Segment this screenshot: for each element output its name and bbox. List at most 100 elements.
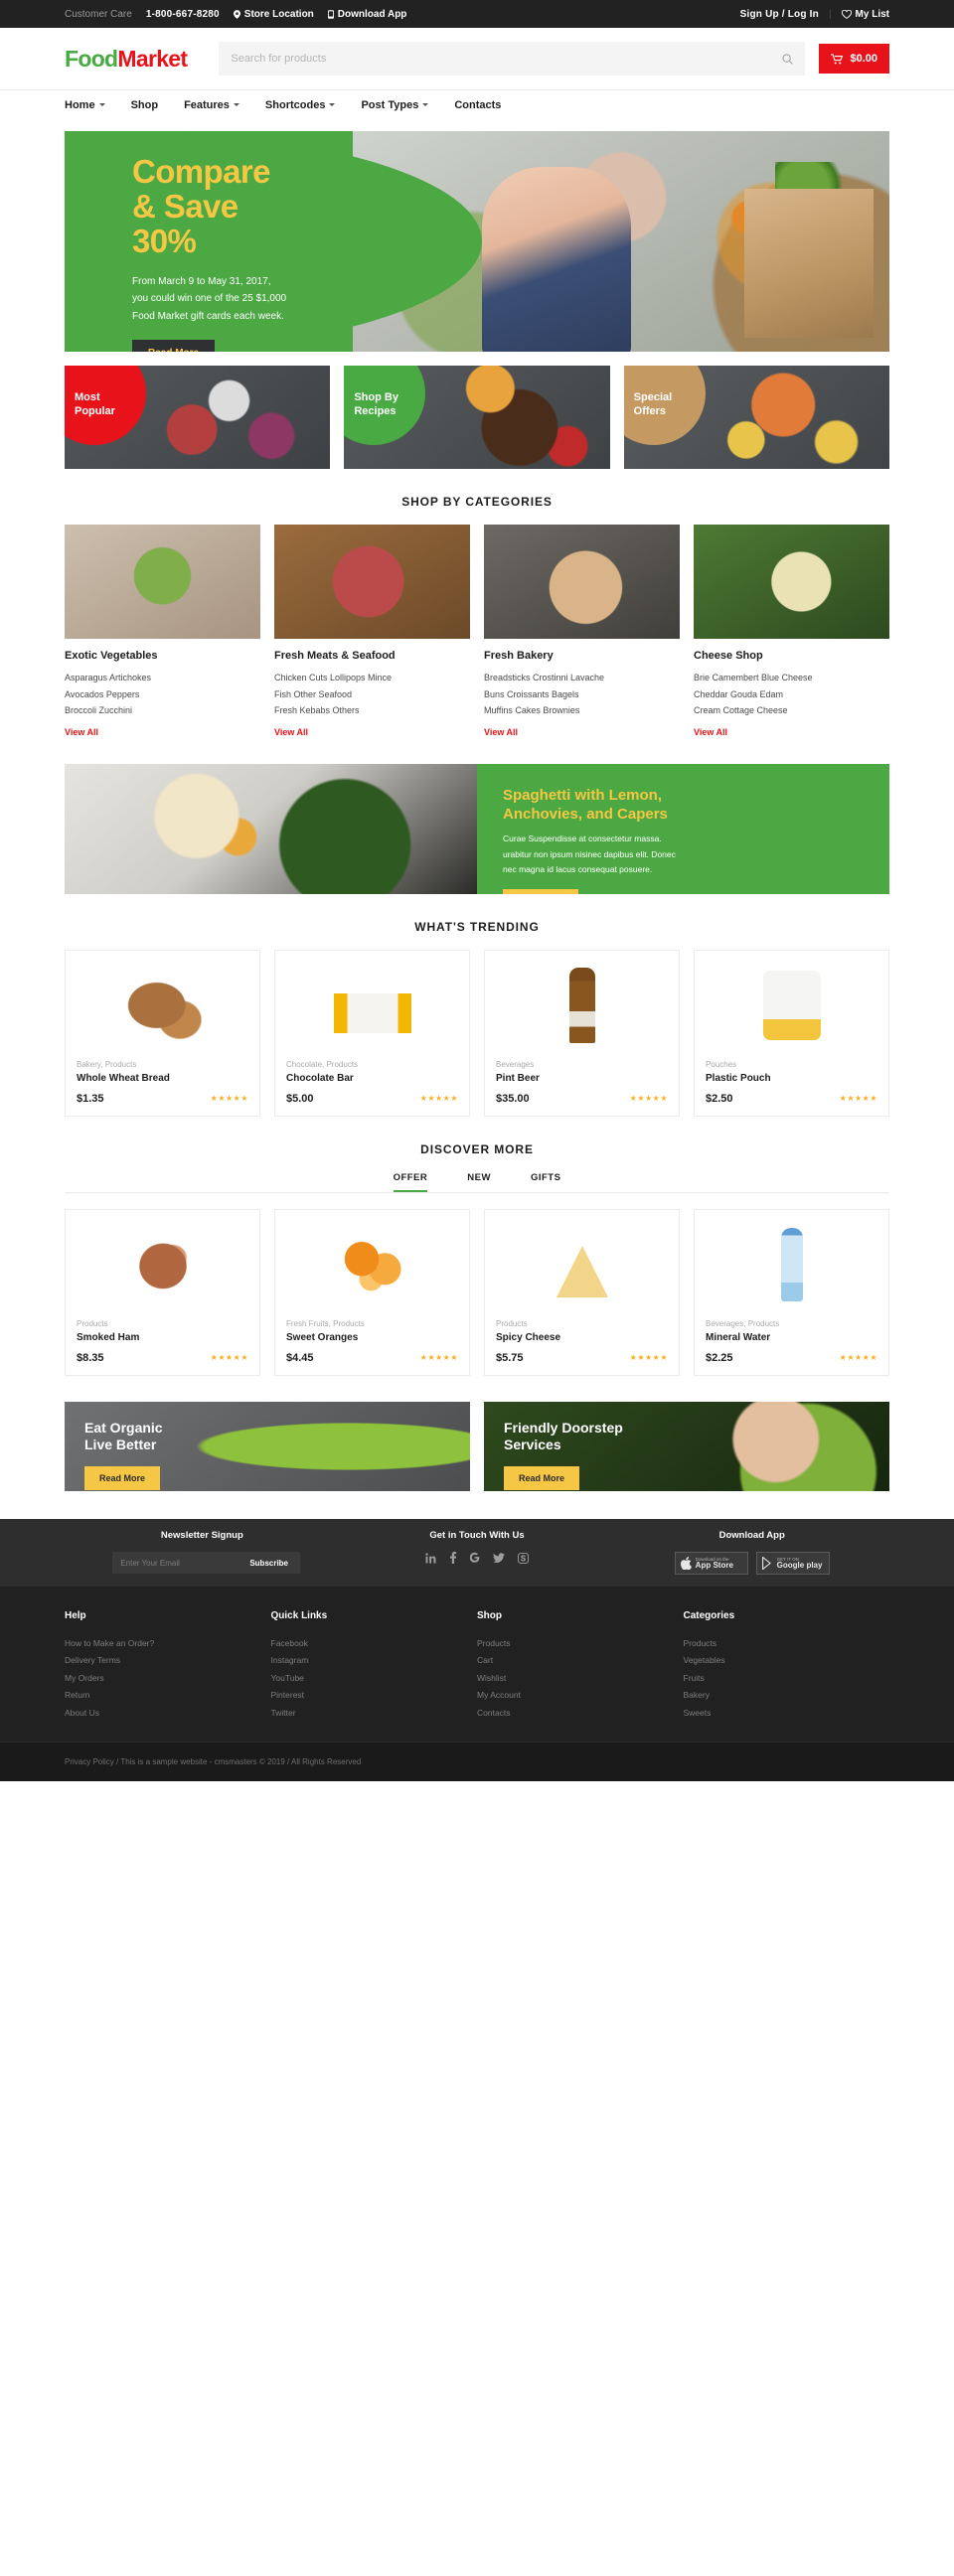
- promo-card-label-line-2: Recipes: [354, 405, 397, 417]
- nav-item-shop[interactable]: Shop: [131, 99, 159, 111]
- tab-new[interactable]: NEW: [467, 1172, 491, 1192]
- footer-link[interactable]: Return: [65, 1687, 271, 1704]
- nav-item-post-types[interactable]: Post Types: [361, 99, 429, 111]
- footer-link[interactable]: Products: [477, 1635, 684, 1652]
- category-link[interactable]: Fresh Kebabs Others: [274, 702, 470, 719]
- category-link[interactable]: Buns Croissants Bagels: [484, 686, 680, 703]
- google-plus-icon[interactable]: [470, 1552, 480, 1564]
- customer-care-phone[interactable]: 1-800-667-8280: [146, 9, 220, 20]
- footer-link[interactable]: My Account: [477, 1687, 684, 1704]
- newsletter-email-input[interactable]: [112, 1552, 238, 1575]
- topbar-divider: |: [828, 8, 832, 20]
- promo-card[interactable]: Special Offers: [623, 366, 889, 469]
- nav-item-contacts[interactable]: Contacts: [454, 99, 501, 111]
- nav-item-shortcodes[interactable]: Shortcodes: [265, 99, 336, 111]
- store-location-link[interactable]: Store Location: [233, 9, 314, 20]
- footer-link[interactable]: Wishlist: [477, 1670, 684, 1687]
- footer-link[interactable]: Facebook: [271, 1635, 478, 1652]
- bottom-banner-title: Friendly Doorstep Services: [504, 1420, 889, 1454]
- hero-read-more-button[interactable]: Read More: [132, 340, 216, 352]
- skype-icon[interactable]: [518, 1552, 529, 1564]
- discover-product-grid: Products Smoked Ham $8.35 ★★★★★ Fresh Fruits…: [65, 1208, 889, 1376]
- my-list-link[interactable]: My List: [841, 9, 889, 20]
- product-card[interactable]: Beverages Pint Beer $35.00 ★★★★★: [484, 949, 680, 1117]
- footer-column-title: Categories: [683, 1609, 735, 1621]
- category-link[interactable]: Cream Cottage Cheese: [694, 702, 889, 719]
- tab-offer[interactable]: OFFER: [393, 1172, 428, 1192]
- app-store-button[interactable]: Download on the App Store: [674, 1552, 748, 1576]
- newsletter-title: Newsletter Signup: [160, 1530, 243, 1542]
- product-price-row: $2.25 ★★★★★: [706, 1352, 877, 1364]
- google-play-button[interactable]: GET IT ON Google play: [755, 1552, 830, 1576]
- product-card[interactable]: Bakery, Products Whole Wheat Bread $1.35 ★★…: [65, 949, 260, 1117]
- subscribe-button[interactable]: Subscribe: [238, 1552, 301, 1575]
- recipe-read-more-button[interactable]: Read More: [503, 889, 579, 894]
- search-icon[interactable]: [782, 53, 794, 65]
- app-store-big-label: App Store: [695, 1561, 733, 1571]
- search-box[interactable]: [219, 42, 806, 76]
- category-view-all-link[interactable]: View All: [274, 727, 308, 737]
- product-price: $2.50: [706, 1092, 733, 1105]
- footer-link[interactable]: Twitter: [271, 1705, 478, 1722]
- customer-care-label: Customer Care: [65, 8, 132, 20]
- category-link[interactable]: Chicken Cuts Lollipops Mince: [274, 670, 470, 686]
- category-link-list: Chicken Cuts Lollipops Mince Fish Other S…: [274, 670, 470, 719]
- promo-card[interactable]: Shop By Recipes: [344, 366, 610, 469]
- category-link[interactable]: Broccoli Zucchini: [65, 702, 260, 719]
- footer-link[interactable]: Bakery: [684, 1687, 890, 1704]
- linkedin-icon[interactable]: [425, 1553, 436, 1564]
- category-view-all-link[interactable]: View All: [65, 727, 98, 737]
- product-rating-stars: ★★★★★: [419, 1094, 458, 1104]
- product-card[interactable]: Products Smoked Ham $8.35 ★★★★★: [65, 1208, 260, 1376]
- category-link[interactable]: Asparagus Artichokes: [65, 670, 260, 686]
- product-rating-stars: ★★★★★: [419, 1353, 458, 1363]
- bottom-banner-read-more-button[interactable]: Read More: [84, 1465, 161, 1490]
- categories-section-title: SHOP BY CATEGORIES: [401, 495, 553, 509]
- product-card[interactable]: Products Spicy Cheese $5.75 ★★★★★: [484, 1208, 680, 1376]
- product-category: Chocolate, Products: [286, 1059, 359, 1069]
- footer-link[interactable]: Pinterest: [271, 1687, 478, 1704]
- product-card[interactable]: Chocolate, Products Chocolate Bar $5.00 ★★★…: [274, 949, 470, 1117]
- category-link[interactable]: Muffins Cakes Brownies: [484, 702, 680, 719]
- signup-login-link[interactable]: Sign Up / Log In: [740, 9, 819, 20]
- footer-link[interactable]: How to Make an Order?: [65, 1635, 271, 1652]
- product-card[interactable]: Beverages, Products Mineral Water $2.25 ★★★…: [694, 1208, 889, 1376]
- cart-button[interactable]: $0.00: [819, 44, 889, 74]
- footer-link[interactable]: Fruits: [684, 1670, 890, 1687]
- footer-link[interactable]: About Us: [65, 1705, 271, 1722]
- facebook-icon[interactable]: [449, 1552, 457, 1565]
- site-header: FoodMarket $0.00: [0, 28, 954, 89]
- product-image: [485, 951, 679, 1060]
- footer-link[interactable]: Contacts: [477, 1705, 684, 1722]
- footer-link[interactable]: Cart: [477, 1652, 684, 1669]
- category-link[interactable]: Cheddar Gouda Edam: [694, 686, 889, 703]
- category-link[interactable]: Breadsticks Crostinni Lavache: [484, 670, 680, 686]
- category-view-all-link[interactable]: View All: [694, 727, 727, 737]
- recipe-banner: Spaghetti with Lemon, Anchovies, and Cap…: [65, 763, 889, 894]
- site-logo[interactable]: FoodMarket: [65, 46, 188, 73]
- product-art-water: [780, 1227, 803, 1301]
- category-link[interactable]: Brie Camembert Blue Cheese: [694, 670, 889, 686]
- category-link[interactable]: Avocados Peppers: [65, 686, 260, 703]
- search-input[interactable]: [231, 53, 783, 65]
- product-card[interactable]: Pouches Plastic Pouch $2.50 ★★★★★: [694, 949, 889, 1117]
- footer-link[interactable]: Products: [684, 1635, 890, 1652]
- tab-gifts[interactable]: GIFTS: [531, 1172, 560, 1192]
- category-view-all-link[interactable]: View All: [484, 727, 518, 737]
- twitter-icon[interactable]: [493, 1553, 505, 1564]
- footer-link[interactable]: Instagram: [271, 1652, 478, 1669]
- category-link[interactable]: Fish Other Seafood: [274, 686, 470, 703]
- nav-item-label: Home: [65, 98, 95, 111]
- product-card[interactable]: Fresh Fruits, Products Sweet Oranges $4.45…: [274, 1208, 470, 1376]
- footer-link[interactable]: Delivery Terms: [65, 1652, 271, 1669]
- bottom-banner-read-more-button[interactable]: Read More: [504, 1465, 580, 1490]
- footer-link[interactable]: My Orders: [65, 1670, 271, 1687]
- recipe-body: Curae Suspendisse at consectetur massa. …: [503, 832, 864, 878]
- footer-link[interactable]: YouTube: [271, 1670, 478, 1687]
- promo-card[interactable]: Most Popular: [65, 366, 331, 469]
- nav-item-home[interactable]: Home: [65, 99, 105, 111]
- download-app-link[interactable]: Download App: [327, 9, 406, 20]
- nav-item-features[interactable]: Features: [184, 99, 239, 111]
- footer-link[interactable]: Sweets: [684, 1705, 890, 1722]
- footer-link[interactable]: Vegetables: [684, 1652, 890, 1669]
